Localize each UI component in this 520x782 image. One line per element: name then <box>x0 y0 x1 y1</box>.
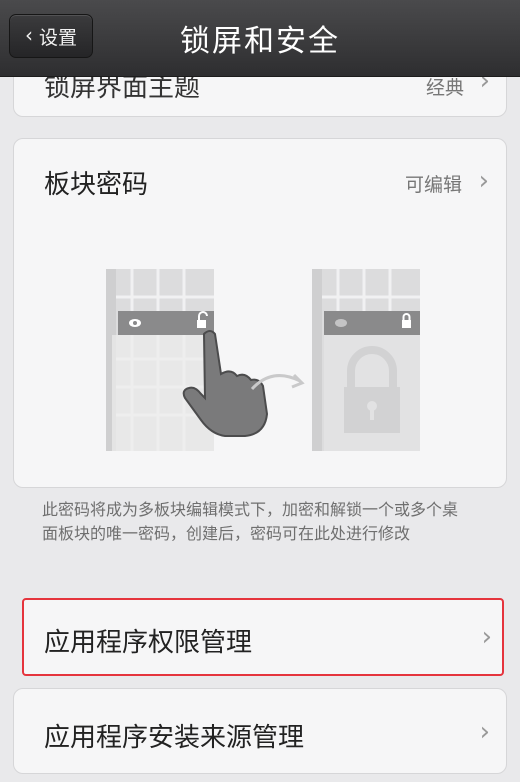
lock-screen-theme-value: 经典 <box>425 77 464 99</box>
app-install-source-label: 应用程序安装来源管理 <box>44 723 305 753</box>
block-password-illustration <box>106 269 420 451</box>
page-title: 锁屏和安全 <box>180 24 340 59</box>
app-install-source-row[interactable]: 应用程序安装来源管理 › <box>13 688 507 774</box>
app-permission-management-label: 应用程序权限管理 <box>44 628 253 658</box>
chevron-right-icon: › <box>479 717 490 747</box>
chevron-right-icon: › <box>481 622 492 652</box>
title-bar: ‹ 设置 锁屏和安全 <box>0 0 520 77</box>
block-password-value: 可编辑 <box>404 174 462 196</box>
block-password-label: 板块密码 <box>44 170 149 200</box>
chevron-right-icon: › <box>478 166 489 196</box>
locked-block-illustration <box>312 269 420 451</box>
app-permission-management-row[interactable]: 应用程序权限管理 › <box>22 598 504 676</box>
block-password-description: 此密码将成为多板块编辑模式下，加密和解锁一个或多个桌面板块的唯一密码，创建后，密… <box>42 500 459 543</box>
block-password-card[interactable]: 板块密码 可编辑 › <box>13 138 507 488</box>
unlocked-block-illustration <box>106 269 305 451</box>
